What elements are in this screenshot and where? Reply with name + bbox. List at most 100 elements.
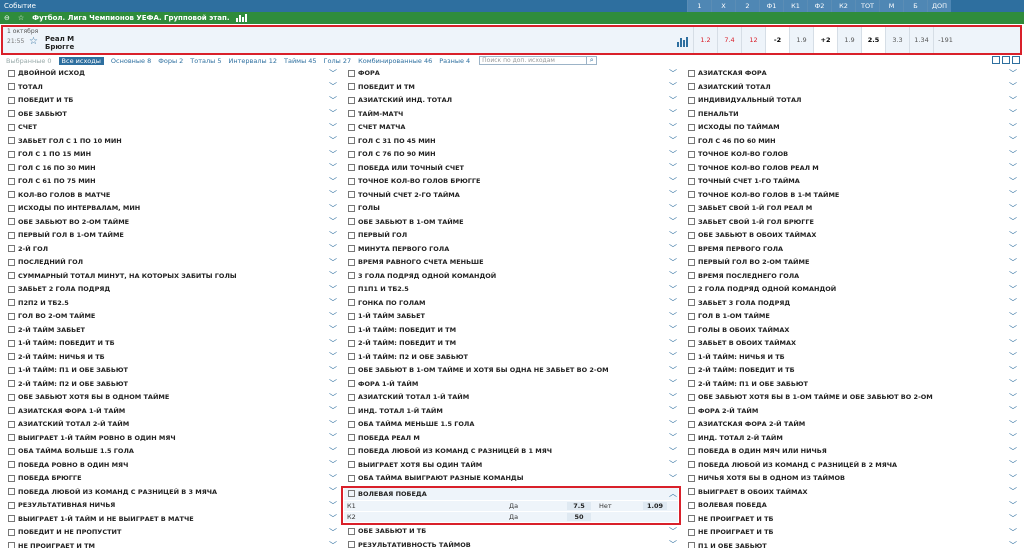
market-checkbox[interactable]: [688, 515, 695, 523]
outcome-yes-odds[interactable]: 7.5: [567, 502, 591, 510]
chevron-down-icon[interactable]: ﹀: [668, 135, 678, 146]
chevron-down-icon[interactable]: ﹀: [328, 230, 338, 241]
chevron-down-icon[interactable]: ﹀: [668, 473, 678, 484]
chevron-down-icon[interactable]: ﹀: [668, 216, 678, 227]
filter-tab[interactable]: Выбранные 0: [6, 57, 52, 65]
market-row[interactable]: ВЫИГРАЕТ 1-Й ТАЙМ И НЕ ВЫИГРАЕТ В МАТЧЕ ﹀: [4, 512, 338, 526]
chevron-down-icon[interactable]: ﹀: [328, 81, 338, 92]
market-row[interactable]: НЕ ПРОИГРАЕТ И ТБ ﹀: [684, 526, 1018, 540]
market-checkbox[interactable]: [8, 83, 15, 91]
chevron-down-icon[interactable]: ﹀: [668, 432, 678, 443]
chevron-down-icon[interactable]: ﹀: [1008, 324, 1018, 335]
market-row[interactable]: ПОБЕДА БРЮГГЕ ﹀: [4, 472, 338, 486]
chevron-down-icon[interactable]: ﹀: [328, 162, 338, 173]
market-row[interactable]: ИНД. ТОТАЛ 2-Й ТАЙМ ﹀: [684, 431, 1018, 445]
market-checkbox[interactable]: [8, 285, 15, 293]
market-row[interactable]: ПЕРВЫЙ ГОЛ ﹀: [344, 229, 678, 243]
market-checkbox[interactable]: [688, 447, 695, 455]
market-checkbox[interactable]: [8, 150, 15, 158]
chevron-down-icon[interactable]: ﹀: [328, 149, 338, 160]
market-checkbox[interactable]: [348, 312, 355, 320]
market-row[interactable]: ПЕРВЫЙ ГОЛ В 1-ОМ ТАЙМЕ ﹀: [4, 229, 338, 243]
chevron-down-icon[interactable]: ﹀: [668, 338, 678, 349]
market-row[interactable]: ГОЛ С 1 ПО 15 МИН ﹀: [4, 148, 338, 162]
chevron-down-icon[interactable]: ﹀: [328, 311, 338, 322]
market-checkbox[interactable]: [8, 191, 15, 199]
market-checkbox[interactable]: [8, 461, 15, 469]
market-checkbox[interactable]: [8, 258, 15, 266]
chevron-down-icon[interactable]: ﹀: [668, 68, 678, 79]
chevron-down-icon[interactable]: ﹀: [328, 243, 338, 254]
market-row[interactable]: ПОБЕДА РОВНО В ОДИН МЯЧ ﹀: [4, 458, 338, 472]
chevron-down-icon[interactable]: ﹀: [668, 297, 678, 308]
chevron-down-icon[interactable]: ﹀: [1008, 378, 1018, 389]
chevron-down-icon[interactable]: ﹀: [328, 486, 338, 497]
market-checkbox[interactable]: [348, 461, 355, 469]
market-row[interactable]: ВЫИГРАЕТ 1-Й ТАЙМ РОВНО В ОДИН МЯЧ ﹀: [4, 431, 338, 445]
odds-cell[interactable]: 2.5: [861, 27, 885, 53]
market-row[interactable]: 1-Й ТАЙМ: П1 И ОБЕ ЗАБЬЮТ ﹀: [4, 364, 338, 378]
market-row[interactable]: П1П1 И ТБ2.5 ﹀: [344, 283, 678, 297]
chevron-down-icon[interactable]: ﹀: [668, 284, 678, 295]
market-row[interactable]: СЧЕТ МАТЧА ﹀: [344, 121, 678, 135]
market-checkbox[interactable]: [348, 218, 355, 226]
market-checkbox[interactable]: [688, 245, 695, 253]
market-checkbox[interactable]: [688, 164, 695, 172]
chevron-down-icon[interactable]: ﹀: [328, 216, 338, 227]
chevron-down-icon[interactable]: ﹀: [1008, 338, 1018, 349]
market-row[interactable]: ОБЕ ЗАБЬЮТ ﹀: [4, 107, 338, 121]
market-checkbox[interactable]: [688, 353, 695, 361]
chevron-up-icon[interactable]: ︿: [668, 488, 678, 499]
market-row[interactable]: 2-Й ТАЙМ: ПОБЕДИТ И ТБ ﹀: [684, 364, 1018, 378]
chevron-down-icon[interactable]: ﹀: [328, 176, 338, 187]
market-checkbox[interactable]: [8, 177, 15, 185]
market-row[interactable]: ОБА ТАЙМА МЕНЬШЕ 1.5 ГОЛА ﹀: [344, 418, 678, 432]
market-row[interactable]: ТАЙМ-МАТЧ ﹀: [344, 107, 678, 121]
chevron-down-icon[interactable]: ﹀: [668, 311, 678, 322]
market-row[interactable]: 2-Й ГОЛ ﹀: [4, 242, 338, 256]
team-home[interactable]: Реал М: [45, 35, 74, 43]
chevron-down-icon[interactable]: ﹀: [1008, 135, 1018, 146]
chevron-down-icon[interactable]: ﹀: [328, 365, 338, 376]
market-search-input[interactable]: Поиск по доп. исходам: [479, 56, 588, 65]
chevron-down-icon[interactable]: ﹀: [668, 122, 678, 133]
market-checkbox[interactable]: [8, 366, 15, 374]
favorite-star-icon[interactable]: ☆: [29, 36, 38, 47]
odds-cell[interactable]: 7.4: [717, 27, 741, 53]
chevron-down-icon[interactable]: ﹀: [668, 405, 678, 416]
market-row-expanded[interactable]: ВОЛЕВАЯ ПОБЕДА ︿: [344, 487, 678, 501]
market-row[interactable]: НЕ ПРОИГРАЕТ И ТМ ﹀: [4, 539, 338, 548]
market-checkbox[interactable]: [8, 528, 15, 536]
market-row[interactable]: ГОЛ С 76 ПО 90 МИН ﹀: [344, 148, 678, 162]
odds-cell[interactable]: -191: [933, 27, 957, 53]
market-checkbox[interactable]: [688, 501, 695, 509]
market-row[interactable]: ИНДИВИДУАЛЬНЫЙ ТОТАЛ ﹀: [684, 94, 1018, 108]
market-row[interactable]: ОБЕ ЗАБЬЮТ ВО 2-ОМ ТАЙМЕ ﹀: [4, 215, 338, 229]
market-checkbox[interactable]: [688, 420, 695, 428]
market-checkbox[interactable]: [348, 123, 355, 131]
market-checkbox[interactable]: [348, 204, 355, 212]
chevron-down-icon[interactable]: ﹀: [328, 122, 338, 133]
market-checkbox[interactable]: [688, 528, 695, 536]
market-checkbox[interactable]: [8, 164, 15, 172]
market-checkbox[interactable]: [348, 272, 355, 280]
market-checkbox[interactable]: [348, 150, 355, 158]
market-checkbox[interactable]: [348, 245, 355, 253]
team-away[interactable]: Брюгге: [45, 43, 74, 51]
market-row[interactable]: ПОБЕДИТ И ТБ ﹀: [4, 94, 338, 108]
filter-tab[interactable]: Все исходы: [58, 56, 104, 65]
market-checkbox[interactable]: [8, 353, 15, 361]
market-checkbox[interactable]: [8, 218, 15, 226]
market-checkbox[interactable]: [348, 434, 355, 442]
chevron-down-icon[interactable]: ﹀: [1008, 297, 1018, 308]
market-row[interactable]: 2 ГОЛА ПОДРЯД ОДНОЙ КОМАНДОЙ ﹀: [684, 283, 1018, 297]
market-row[interactable]: ТОЧНЫЙ СЧЕТ 2-ГО ТАЙМА ﹀: [344, 188, 678, 202]
market-checkbox[interactable]: [688, 326, 695, 334]
market-row[interactable]: ПЕРВЫЙ ГОЛ ВО 2-ОМ ТАЙМЕ ﹀: [684, 256, 1018, 270]
market-row[interactable]: СЧЕТ ﹀: [4, 121, 338, 135]
market-checkbox[interactable]: [8, 96, 15, 104]
statistics-icon[interactable]: [235, 14, 247, 22]
market-checkbox[interactable]: [688, 299, 695, 307]
market-checkbox[interactable]: [8, 299, 15, 307]
market-checkbox[interactable]: [8, 434, 15, 442]
